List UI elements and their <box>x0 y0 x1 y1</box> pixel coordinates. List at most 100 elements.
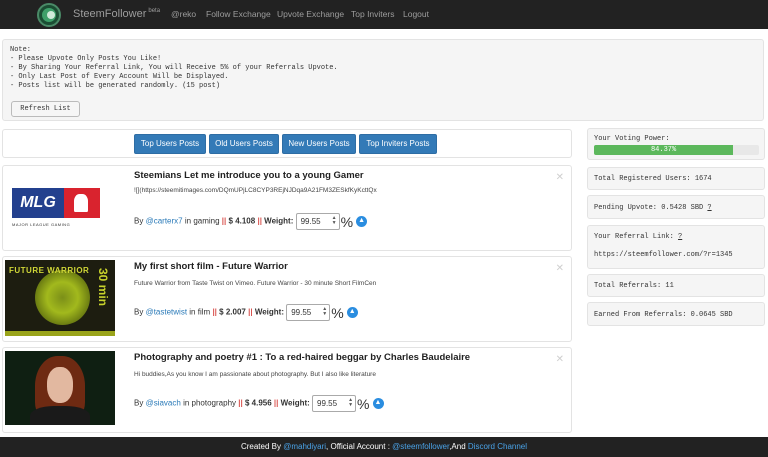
upvote-arrow-icon[interactable]: ▲ <box>372 398 384 409</box>
in-label: in <box>184 216 192 226</box>
tab-top-users-posts[interactable]: Top Users Posts <box>134 134 206 154</box>
spinner-arrows-icon[interactable]: ▲ ▼ <box>322 307 327 317</box>
separator: || <box>248 307 253 317</box>
weight-label: Weight: <box>264 216 294 226</box>
registered-users-panel: Total Registered Users: 1674 <box>587 167 765 190</box>
category-label: film <box>197 307 211 317</box>
weight-value[interactable]: 99.55 <box>291 308 311 317</box>
separator: || <box>257 216 262 226</box>
weight-value[interactable]: 99.55 <box>301 217 321 226</box>
note-panel: Note: - Please Upvote Only Posts You Lik… <box>2 39 764 121</box>
referral-help-link[interactable]: ? <box>678 233 682 241</box>
footer-official-account-link[interactable]: @steemfollower <box>392 442 449 451</box>
post-thumbnail[interactable]: MLG MAJOR LEAGUE GAMING <box>5 168 115 248</box>
footer-official-label: , Official Account : <box>326 442 390 451</box>
post-payout: $ 4.956 <box>244 398 272 408</box>
total-referrals-panel: Total Referrals: 11 <box>587 274 765 297</box>
referral-link-url[interactable]: https://steemfollower.com/?r=1345 <box>594 251 758 259</box>
nav-link-top-inviters[interactable]: Top Inviters <box>351 9 394 19</box>
footer-and-label: ,And <box>449 442 466 451</box>
weight-input[interactable]: 99.55 ▲ ▼ <box>286 304 331 321</box>
tab-old-users-posts[interactable]: Old Users Posts <box>209 134 279 154</box>
pending-upvote-row: Pending Upvote: 0.5428 SBD ? <box>594 204 758 212</box>
weight-label: Weight: <box>254 307 284 317</box>
post-excerpt: ![](https://steemitimages.com/DQmUPjLC8C… <box>134 187 377 194</box>
post-payout: $ 4.108 <box>228 216 256 226</box>
voting-power-fill: 84.37% <box>594 145 734 155</box>
voting-power-bar: 84.37% <box>594 145 759 155</box>
spinner-arrows-icon[interactable]: ▲ ▼ <box>348 398 353 408</box>
nav-link-upvote-exchange[interactable]: Upvote Exchange <box>277 9 344 19</box>
in-label: in <box>189 307 196 317</box>
nav-link-profile[interactable]: @reko <box>171 9 196 19</box>
upvote-arrow-icon[interactable]: ▲ <box>346 307 358 318</box>
author-link[interactable]: @tastetwist <box>146 308 187 317</box>
post-excerpt: Future Warrior from Taste Twist on Vimeo… <box>134 280 377 287</box>
brand-title[interactable]: SteemFollower beta <box>73 8 160 20</box>
voting-power-panel: Your Voting Power: 84.37% <box>587 128 765 160</box>
thumbnail-title: FUTURE WARRIOR <box>9 266 90 275</box>
weight-input[interactable]: 99.55 ▲ ▼ <box>312 395 357 412</box>
earned-referrals-panel: Earned From Referrals: 0.0645 SBD <box>587 302 765 326</box>
post-card: MLG MAJOR LEAGUE GAMING Steemians Let me… <box>2 165 572 251</box>
percent-label: % <box>331 304 344 321</box>
by-label: By <box>134 398 144 408</box>
separator: || <box>221 216 227 226</box>
footer: Created By @mahdiyari, Official Account … <box>0 437 768 457</box>
close-icon[interactable]: ✕ <box>556 263 564 274</box>
footer-created-by: Created By <box>240 442 281 451</box>
author-link[interactable]: @carterx7 <box>146 217 183 226</box>
post-card: FUTURE WARRIOR 30 min My first short fil… <box>2 256 572 342</box>
brand-name[interactable]: SteemFollower <box>73 8 146 20</box>
footer-creator-link[interactable]: @mahdiyari <box>283 442 326 451</box>
steemfollower-logo-icon[interactable] <box>37 3 61 27</box>
author-link[interactable]: @siavach <box>146 399 181 408</box>
note-line: - Posts list will be generated randomly.… <box>10 82 221 90</box>
post-title[interactable]: My first short film - Future Warrior <box>134 261 288 272</box>
referral-label-row: Your Referral Link: ? <box>594 233 758 241</box>
earned-referrals-text: Earned From Referrals: 0.0645 SBD <box>594 311 733 319</box>
note-line: - Please Upvote Only Posts You Like! <box>10 55 162 63</box>
total-referrals-text: Total Referrals: 11 <box>594 282 674 290</box>
nav-link-follow-exchange[interactable]: Follow Exchange <box>206 9 271 19</box>
separator: || <box>212 307 217 317</box>
post-thumbnail[interactable]: FUTURE WARRIOR 30 min <box>5 260 115 336</box>
spinner-arrows-icon[interactable]: ▲ ▼ <box>332 216 337 226</box>
post-meta: By @carterx7 in gaming || $ 4.108 || Wei… <box>134 213 368 230</box>
weight-input[interactable]: 99.55 ▲ ▼ <box>295 213 340 230</box>
mlg-logo-image: MLG <box>12 188 102 218</box>
nav-link-logout[interactable]: Logout <box>403 9 429 19</box>
close-icon[interactable]: ✕ <box>556 172 564 183</box>
tab-new-users-posts[interactable]: New Users Posts <box>282 134 356 154</box>
thumbnail-duration: 30 min <box>96 268 110 307</box>
weight-value[interactable]: 99.55 <box>317 399 337 408</box>
post-title[interactable]: Photography and poetry #1 : To a red-hai… <box>134 352 470 363</box>
category-label: photography <box>191 398 237 408</box>
referral-link-panel: Your Referral Link: ? https://steemfollo… <box>587 225 765 269</box>
separator: || <box>273 398 279 408</box>
brand-beta-label: beta <box>148 8 161 14</box>
post-title[interactable]: Steemians Let me introduce you to a youn… <box>134 170 364 181</box>
weight-label: Weight: <box>280 398 310 408</box>
percent-label: % <box>357 395 370 412</box>
category-label: gaming <box>193 216 220 226</box>
percent-label: % <box>340 213 354 230</box>
footer-discord-link[interactable]: Discord Channel <box>468 442 527 451</box>
by-label: By <box>134 307 144 317</box>
mlg-logo-subtitle: MAJOR LEAGUE GAMING <box>12 222 71 227</box>
pending-upvote-text: Pending Upvote: 0.5428 SBD <box>594 204 704 212</box>
close-icon[interactable]: ✕ <box>556 354 564 365</box>
pending-upvote-panel: Pending Upvote: 0.5428 SBD ? <box>587 195 765 219</box>
upvote-arrow-icon[interactable]: ▲ <box>356 216 368 227</box>
note-line: - By Sharing Your Referral Link, You wil… <box>10 64 338 72</box>
top-navbar: SteemFollower beta @reko Follow Exchange … <box>0 0 768 29</box>
referral-link-label: Your Referral Link: <box>594 233 674 241</box>
refresh-list-button[interactable]: Refresh List <box>11 101 80 117</box>
in-label: in <box>183 398 190 408</box>
post-thumbnail[interactable] <box>5 351 115 425</box>
pending-help-link[interactable]: ? <box>707 204 711 212</box>
tab-top-inviters-posts[interactable]: Top Inviters Posts <box>359 134 437 154</box>
by-label: By <box>134 216 144 226</box>
separator: || <box>238 398 243 408</box>
post-payout: $ 2.007 <box>219 307 246 317</box>
